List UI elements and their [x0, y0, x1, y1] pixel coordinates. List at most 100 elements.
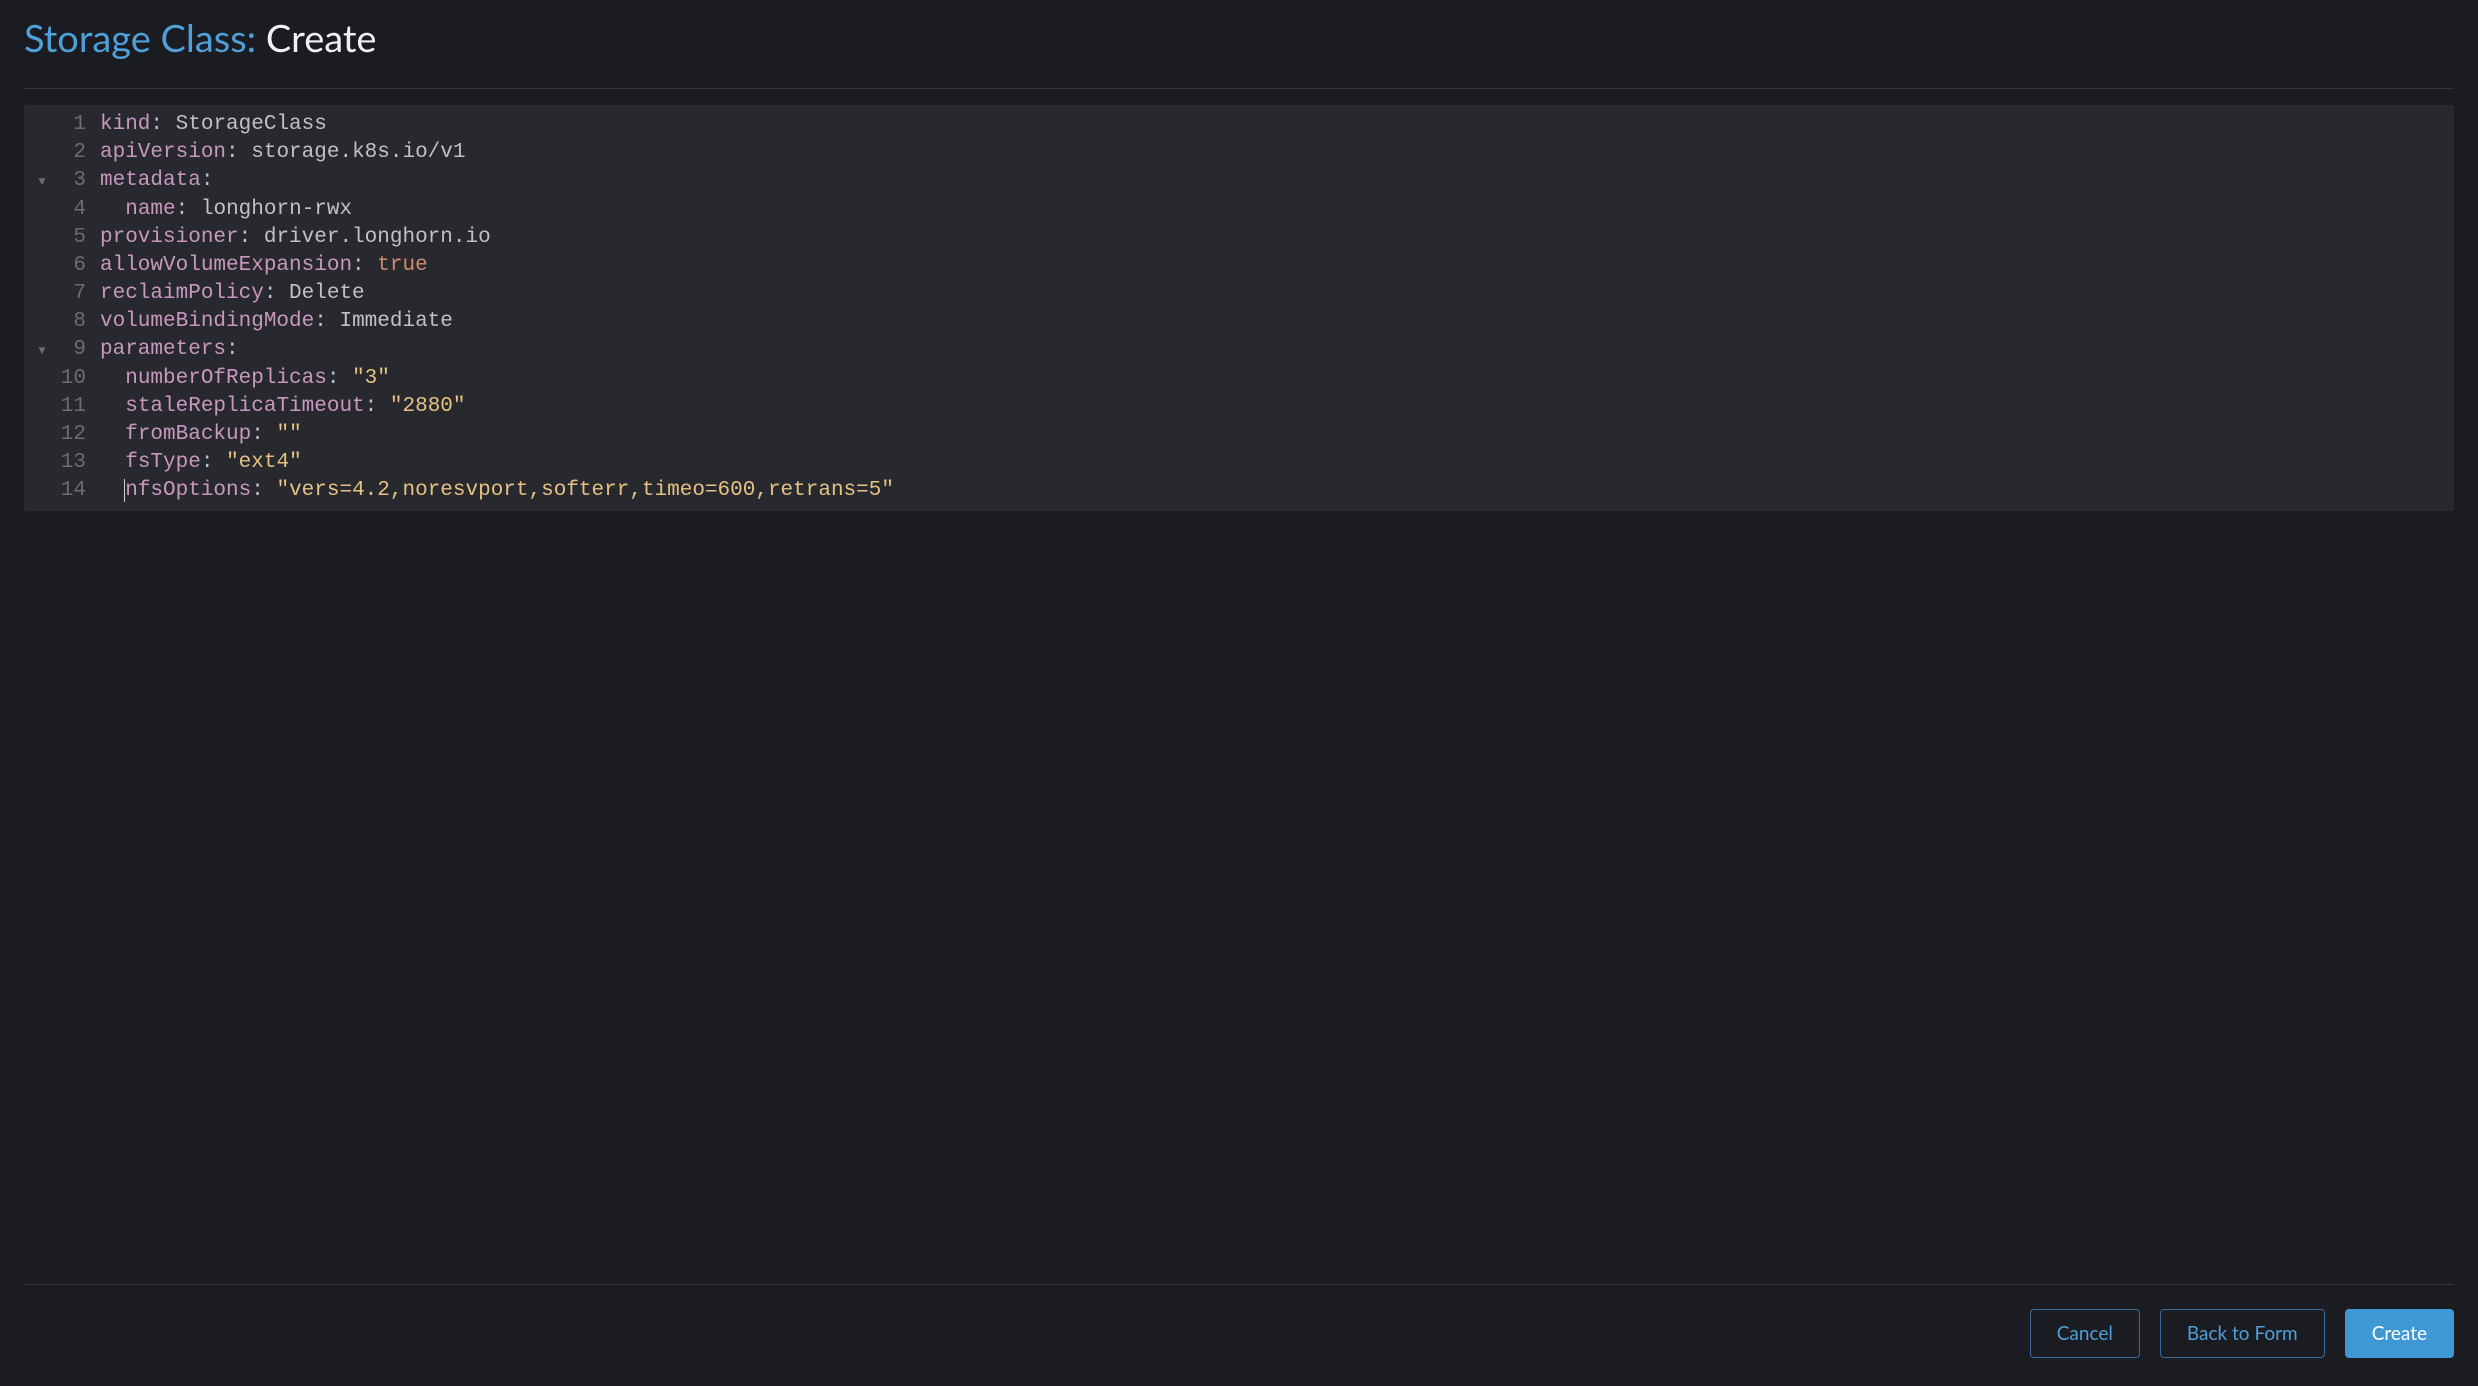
token-plain: longhorn-rwx: [201, 198, 352, 221]
token-key: kind: [100, 113, 150, 136]
token-str: "": [276, 423, 301, 446]
line-number: 13: [56, 449, 100, 477]
token-colon: :: [150, 113, 175, 136]
token-colon: :: [251, 423, 276, 446]
token-colon: :: [365, 395, 390, 418]
token-plain: driver.longhorn.io: [264, 226, 491, 249]
line-number: 7: [56, 280, 100, 308]
code-line[interactable]: ▼9parameters:: [28, 336, 2444, 365]
token-colon: :: [226, 141, 251, 164]
token-key: parameters: [100, 338, 226, 361]
page-header: Storage Class: Create: [24, 18, 2454, 89]
fold-toggle-icon[interactable]: ▼: [28, 168, 56, 196]
page-title: Storage Class: Create: [24, 18, 2454, 60]
code-content[interactable]: provisioner: driver.longhorn.io: [100, 224, 2444, 252]
token-colon: :: [201, 169, 214, 192]
token-key: metadata: [100, 169, 201, 192]
token-colon: :: [239, 226, 264, 249]
page-root: Storage Class: Create 1kind: StorageClas…: [0, 0, 2478, 1386]
token-colon: :: [201, 451, 226, 474]
token-key: numberOfReplicas: [125, 367, 327, 390]
token-key: apiVersion: [100, 141, 226, 164]
code-content[interactable]: fsType: "ext4": [100, 449, 2444, 477]
code-content[interactable]: name: longhorn-rwx: [100, 196, 2444, 224]
line-number: 3: [56, 167, 100, 195]
title-prefix: Storage Class:: [24, 15, 266, 61]
token-plain: [100, 395, 125, 418]
token-key: fsType: [125, 451, 201, 474]
code-content[interactable]: reclaimPolicy: Delete: [100, 280, 2444, 308]
line-number: 12: [56, 421, 100, 449]
code-line[interactable]: 4 name: longhorn-rwx: [28, 196, 2444, 224]
line-number: 9: [56, 336, 100, 364]
line-number: 10: [56, 365, 100, 393]
token-plain: storage.k8s.io/v1: [251, 141, 465, 164]
token-plain: [100, 479, 125, 502]
code-line[interactable]: ▼3metadata:: [28, 167, 2444, 196]
code-line[interactable]: 14 nfsOptions: "vers=4.2,noresvport,soft…: [28, 477, 2444, 505]
line-number: 6: [56, 252, 100, 280]
code-content[interactable]: staleReplicaTimeout: "2880": [100, 393, 2444, 421]
code-content[interactable]: nfsOptions: "vers=4.2,noresvport,softerr…: [100, 477, 2444, 505]
token-colon: :: [251, 479, 276, 502]
code-line[interactable]: 11 staleReplicaTimeout: "2880": [28, 393, 2444, 421]
token-plain: [100, 451, 125, 474]
code-content[interactable]: parameters:: [100, 336, 2444, 364]
token-key: nfsOptions: [125, 479, 251, 502]
code-line[interactable]: 8volumeBindingMode: Immediate: [28, 308, 2444, 336]
back-to-form-button[interactable]: Back to Form: [2160, 1309, 2325, 1358]
cancel-button[interactable]: Cancel: [2030, 1309, 2140, 1358]
token-colon: :: [226, 338, 239, 361]
code-line[interactable]: 1kind: StorageClass: [28, 111, 2444, 139]
token-colon: :: [327, 367, 352, 390]
title-suffix: Create: [266, 15, 377, 61]
code-content[interactable]: metadata:: [100, 167, 2444, 195]
code-line[interactable]: 7reclaimPolicy: Delete: [28, 280, 2444, 308]
token-colon: :: [352, 254, 377, 277]
token-const: true: [377, 254, 427, 277]
line-number: 11: [56, 393, 100, 421]
token-plain: StorageClass: [176, 113, 327, 136]
create-button[interactable]: Create: [2345, 1309, 2454, 1358]
line-number: 1: [56, 111, 100, 139]
token-plain: [100, 423, 125, 446]
line-number: 4: [56, 196, 100, 224]
token-str: "2880": [390, 395, 466, 418]
token-key: reclaimPolicy: [100, 282, 264, 305]
code-content[interactable]: allowVolumeExpansion: true: [100, 252, 2444, 280]
line-number: 5: [56, 224, 100, 252]
line-number: 2: [56, 139, 100, 167]
footer-actions: Cancel Back to Form Create: [24, 1284, 2454, 1386]
token-str: "ext4": [226, 451, 302, 474]
token-key: allowVolumeExpansion: [100, 254, 352, 277]
token-colon: :: [264, 282, 289, 305]
fold-toggle-icon[interactable]: ▼: [28, 337, 56, 365]
token-colon: :: [176, 198, 201, 221]
code-line[interactable]: 10 numberOfReplicas: "3": [28, 365, 2444, 393]
editor-container: 1kind: StorageClass2apiVersion: storage.…: [24, 89, 2454, 1284]
token-key: staleReplicaTimeout: [125, 395, 364, 418]
code-line[interactable]: 2apiVersion: storage.k8s.io/v1: [28, 139, 2444, 167]
line-number: 14: [56, 477, 100, 505]
token-str: "3": [352, 367, 390, 390]
token-key: volumeBindingMode: [100, 310, 314, 333]
token-plain: Delete: [289, 282, 365, 305]
token-key: name: [125, 198, 175, 221]
yaml-editor[interactable]: 1kind: StorageClass2apiVersion: storage.…: [24, 105, 2454, 511]
line-number: 8: [56, 308, 100, 336]
code-content[interactable]: volumeBindingMode: Immediate: [100, 308, 2444, 336]
token-plain: Immediate: [339, 310, 452, 333]
code-line[interactable]: 5provisioner: driver.longhorn.io: [28, 224, 2444, 252]
token-plain: [100, 367, 125, 390]
token-key: fromBackup: [125, 423, 251, 446]
code-content[interactable]: numberOfReplicas: "3": [100, 365, 2444, 393]
code-line[interactable]: 13 fsType: "ext4": [28, 449, 2444, 477]
token-colon: :: [314, 310, 339, 333]
token-str: "vers=4.2,noresvport,softerr,timeo=600,r…: [276, 479, 894, 502]
code-content[interactable]: kind: StorageClass: [100, 111, 2444, 139]
code-line[interactable]: 12 fromBackup: "": [28, 421, 2444, 449]
code-content[interactable]: apiVersion: storage.k8s.io/v1: [100, 139, 2444, 167]
code-line[interactable]: 6allowVolumeExpansion: true: [28, 252, 2444, 280]
code-content[interactable]: fromBackup: "": [100, 421, 2444, 449]
token-plain: [100, 198, 125, 221]
